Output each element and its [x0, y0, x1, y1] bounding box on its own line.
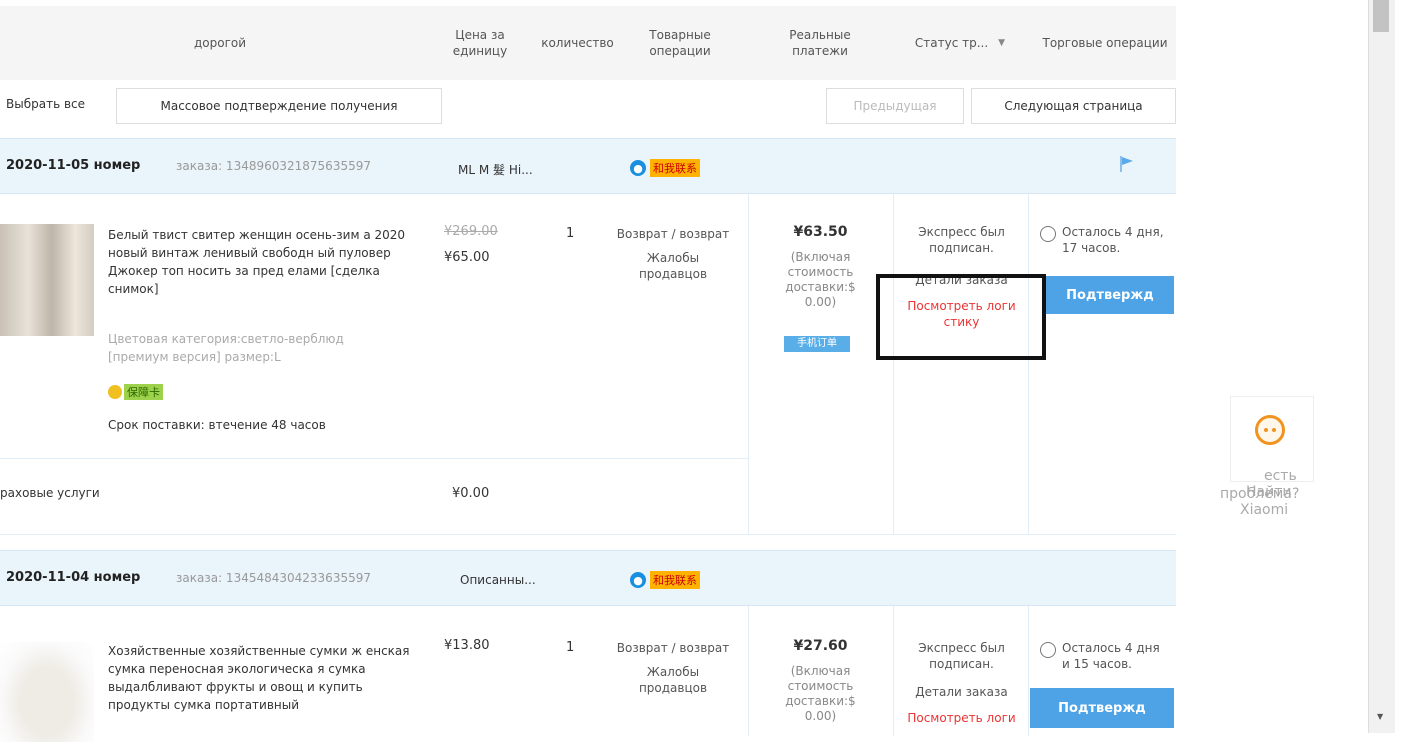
order-date: 2020-11-05 номер	[6, 158, 141, 173]
complaint-link[interactable]: Жалобы продавцов	[620, 250, 726, 282]
return-link[interactable]: Возврат / возврат	[600, 640, 746, 656]
complaint-link[interactable]: Жалобы продавцов	[620, 664, 726, 696]
clock-icon	[1040, 642, 1056, 658]
col-product: дорогой	[193, 36, 247, 50]
seller-link[interactable]: Описанны...	[460, 573, 536, 587]
order-number: заказа: 1348960321875635597	[176, 159, 371, 173]
guarantee-badge: 保障卡	[108, 384, 163, 400]
order-number: заказа: 1345484304233635597	[176, 571, 371, 585]
product-title[interactable]: Белый твист свитер женщин осень-зим а 20…	[108, 226, 414, 298]
chat-icon: ●	[630, 572, 646, 588]
contact-seller-button[interactable]: ● 和我联系	[630, 571, 700, 589]
col-payments: Реальные платежи	[789, 28, 851, 58]
help-widget-text: есть Найти проблема? Xiaomi	[1220, 468, 1346, 518]
col-unit-price: Цена за единицу	[452, 28, 508, 58]
mascot-icon	[1255, 415, 1285, 445]
delivery-time: Срок поставки: втечение 48 часов	[108, 418, 326, 432]
select-all[interactable]: Выбрать все	[6, 97, 85, 111]
quantity: 1	[566, 640, 575, 655]
confirm-receipt-button[interactable]: Подтвержд	[1030, 688, 1174, 728]
time-remaining: Осталось 4 дня и 15 часов.	[1040, 640, 1170, 672]
view-logistics-link[interactable]: Посмотреть логи	[895, 710, 1028, 726]
insurance-price: ¥0.00	[452, 486, 490, 501]
timer-text: Осталось 4 дня и 15 часов.	[1062, 641, 1160, 671]
shipping-status: Экспресс был подписан.	[918, 225, 1005, 255]
timer-text: Осталось 4 дня, 17 часов.	[1062, 225, 1164, 255]
clock-icon	[1040, 226, 1056, 242]
mobile-order-tag: 手机订单	[784, 336, 850, 352]
badge-label: 保障卡	[124, 384, 163, 400]
col-trade-ops: Торговые операции	[1042, 36, 1168, 50]
old-price: ¥269.00	[444, 224, 498, 239]
bulk-confirm-button[interactable]: Массовое подтверждение получения	[116, 88, 442, 124]
quantity: 1	[566, 226, 575, 241]
scroll-down-icon[interactable]: ▼	[1377, 712, 1383, 721]
unit-price: ¥13.80	[444, 638, 490, 653]
col-quantity: количество	[541, 36, 614, 50]
time-remaining: Осталось 4 дня, 17 часов.	[1040, 224, 1170, 256]
prev-page-button[interactable]: Предыдущая	[826, 88, 964, 124]
insurance-service: раховые услуги	[0, 486, 100, 500]
product-thumbnail[interactable]	[0, 642, 94, 742]
chevron-down-icon: ▼	[998, 38, 1006, 48]
order-body: Хозяйственные хозяйственные сумки ж енск…	[0, 606, 1176, 742]
status-filter[interactable]: Статус тр... ▼	[890, 6, 1030, 80]
help-line-4: Xiaomi	[1240, 502, 1289, 518]
help-line-1: есть	[1264, 468, 1297, 484]
product-attributes: Цветовая категория:светло-верблюд [преми…	[108, 332, 344, 364]
total-payment: ¥63.50	[793, 224, 848, 240]
shipping-note: (Включая стоимость доставки:$ 0.00)	[785, 250, 856, 309]
total-payment: ¥27.60	[793, 638, 848, 654]
highlight-box	[876, 274, 1046, 360]
next-page-button[interactable]: Следующая страница	[971, 88, 1176, 124]
unit-price: ¥65.00	[444, 250, 490, 265]
order-header: 2020-11-04 номер заказа: 134548430423363…	[0, 550, 1176, 606]
chat-icon: ●	[630, 160, 646, 176]
shipping-note: (Включая стоимость доставки:$ 0.00)	[785, 664, 856, 723]
return-link[interactable]: Возврат / возврат	[600, 226, 746, 242]
order-header: 2020-11-05 номер заказа: 134896032187563…	[0, 138, 1176, 194]
seller-link[interactable]: ML M 髮 Hi...	[458, 161, 533, 178]
order-details-link[interactable]: Детали заказа	[895, 684, 1028, 700]
shipping-status: Экспресс был подписан.	[918, 641, 1005, 671]
shield-icon	[108, 385, 122, 399]
contact-label: 和我联系	[650, 159, 700, 177]
status-filter-label: Статус тр...	[914, 36, 989, 50]
help-line-3: проблема?	[1220, 486, 1300, 502]
contact-label: 和我联系	[650, 571, 700, 589]
scrollbar-thumb[interactable]	[1373, 0, 1389, 32]
contact-seller-button[interactable]: ● 和我联系	[630, 159, 700, 177]
flag-icon[interactable]	[1118, 155, 1134, 173]
table-header: дорогой Цена за единицу количество Товар…	[0, 6, 1176, 80]
order-body: Белый твист свитер женщин осень-зим а 20…	[0, 194, 1176, 535]
product-thumbnail[interactable]	[0, 224, 94, 336]
order-date: 2020-11-04 номер	[6, 570, 141, 585]
vertical-scrollbar[interactable]: ▼	[1368, 0, 1395, 733]
col-goods-ops: Товарные операции	[649, 28, 711, 58]
product-title[interactable]: Хозяйственные хозяйственные сумки ж енск…	[108, 642, 414, 714]
confirm-receipt-button[interactable]: Подтвержд	[1046, 276, 1174, 314]
